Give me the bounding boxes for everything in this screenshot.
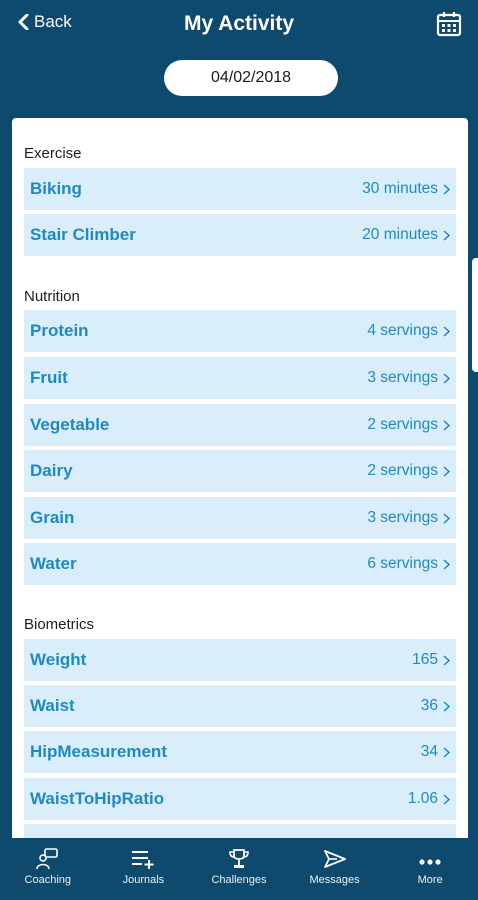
item-value-wrap: 34 (421, 743, 450, 761)
list-item-partial[interactable] (24, 824, 456, 838)
chevron-right-icon (443, 325, 450, 337)
list-item-waist-to-hip-ratio[interactable]: WaistToHipRatio 1.06 (24, 778, 456, 820)
item-label: Grain (30, 508, 75, 527)
app-header: Back My Activity (0, 0, 478, 50)
tab-messages[interactable]: Messages (287, 838, 383, 900)
calendar-icon[interactable] (436, 11, 462, 37)
item-label: Water (30, 554, 77, 573)
item-value: 20 minutes (362, 226, 438, 243)
item-value: 30 minutes (362, 180, 438, 197)
tab-challenges[interactable]: Challenges (191, 838, 287, 900)
chevron-right-icon (443, 229, 450, 241)
chevron-right-icon (443, 512, 450, 524)
chevron-right-icon (443, 654, 450, 666)
list-item-water[interactable]: Water 6 servings (24, 543, 456, 585)
chevron-right-icon (443, 183, 450, 195)
tab-label: More (417, 874, 443, 886)
item-label: Vegetable (30, 415, 110, 434)
item-value: 1.06 (407, 790, 438, 807)
chevron-right-icon (443, 700, 450, 712)
list-item-vegetable[interactable]: Vegetable 2 servings (24, 404, 456, 446)
chevron-right-icon (443, 419, 450, 431)
chevron-right-icon (443, 465, 450, 477)
item-value: 3 servings (367, 369, 438, 386)
item-label: Waist (30, 696, 75, 715)
item-value-wrap: 3 servings (367, 509, 450, 527)
section-title-exercise: Exercise (24, 145, 82, 162)
list-item-waist[interactable]: Waist 36 (24, 685, 456, 727)
item-label: WaistToHipRatio (30, 789, 165, 808)
item-value: 2 servings (367, 462, 438, 479)
tab-label: Journals (122, 874, 165, 886)
list-item-fruit[interactable]: Fruit 3 servings (24, 357, 456, 399)
item-label: Fruit (30, 368, 68, 387)
item-value: 6 servings (367, 555, 438, 572)
tab-coaching[interactable]: Coaching (0, 838, 96, 900)
tab-label: Coaching (24, 874, 72, 886)
page-title: My Activity (183, 12, 295, 35)
tab-label: Challenges (211, 874, 267, 886)
chevron-right-icon (443, 793, 450, 805)
list-item-protein[interactable]: Protein 4 servings (24, 310, 456, 352)
item-value: 4 servings (367, 322, 438, 339)
item-value-wrap: 165 (412, 651, 450, 669)
item-value-wrap: 6 servings (367, 555, 450, 573)
item-value: 3 servings (367, 509, 438, 526)
list-item-dairy[interactable]: Dairy 2 servings (24, 450, 456, 492)
list-item-stair-climber[interactable]: Stair Climber 20 minutes (24, 214, 456, 256)
item-label: HipMeasurement (30, 742, 167, 761)
item-value-wrap: 1.06 (408, 790, 450, 808)
tab-more[interactable]: More (382, 838, 478, 900)
item-value: 34 (420, 743, 438, 760)
list-item-biking[interactable]: Biking 30 minutes (24, 168, 456, 210)
chevron-right-icon (443, 372, 450, 384)
list-item-weight[interactable]: Weight 165 (24, 639, 456, 681)
item-value-wrap: 20 minutes (362, 226, 450, 244)
send-icon (323, 850, 346, 868)
tab-journals[interactable]: Journals (96, 838, 192, 900)
activity-card: Exercise Biking 30 minutes Stair Climber… (12, 118, 468, 838)
section-title-biometrics: Biometrics (24, 616, 95, 633)
list-item-hip-measurement[interactable]: HipMeasurement 34 (24, 731, 456, 773)
item-label: Stair Climber (30, 225, 136, 244)
trophy-icon (229, 849, 249, 868)
coaching-icon (35, 848, 58, 870)
item-value: 165 (412, 651, 438, 668)
list-item-grain[interactable]: Grain 3 servings (24, 497, 456, 539)
date-selector[interactable]: 04/02/2018 (164, 60, 338, 96)
item-label: Protein (30, 321, 89, 340)
side-drawer-handle[interactable] (472, 258, 478, 372)
item-label: Dairy (30, 461, 73, 480)
tab-label: Messages (309, 874, 360, 886)
item-value-wrap: 30 minutes (362, 180, 450, 198)
item-value-wrap: 2 servings (367, 416, 450, 434)
item-value-wrap: 2 servings (367, 462, 450, 480)
more-dots-icon (419, 859, 441, 865)
chevron-right-icon (443, 558, 450, 570)
item-value-wrap: 36 (421, 697, 450, 715)
item-value: 2 servings (367, 416, 438, 433)
item-label: Weight (30, 650, 87, 669)
item-value-wrap: 3 servings (367, 369, 450, 387)
bottom-tab-bar: Coaching Journals Challenges Messages Mo… (0, 838, 478, 900)
section-title-nutrition: Nutrition (24, 288, 80, 305)
journals-icon (132, 851, 154, 869)
item-value: 36 (420, 697, 438, 714)
item-value-wrap: 4 servings (367, 322, 450, 340)
item-label: Biking (30, 179, 82, 198)
chevron-right-icon (443, 746, 450, 758)
